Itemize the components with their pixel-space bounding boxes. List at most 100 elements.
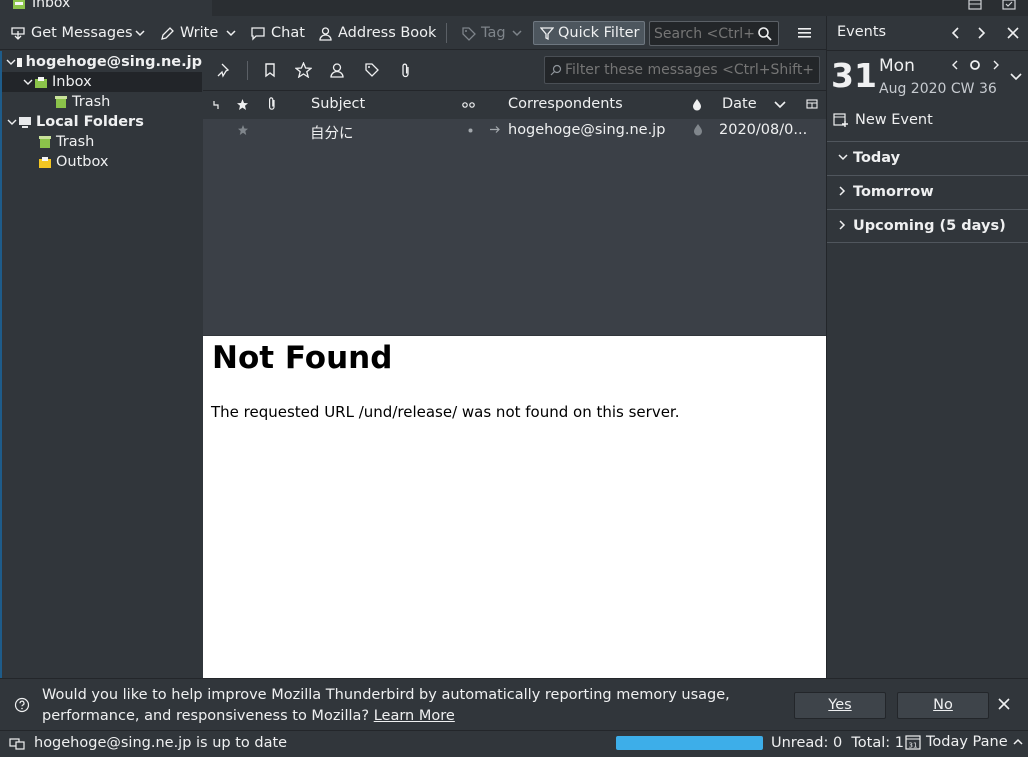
outbox-icon	[39, 157, 51, 168]
tab-inbox[interactable]: Inbox	[0, 0, 212, 16]
paperclip-icon[interactable]	[400, 62, 412, 79]
folder-inbox[interactable]: Inbox	[2, 72, 202, 92]
quick-filter-bar	[203, 51, 826, 91]
sticky-pin-icon[interactable]	[217, 62, 233, 78]
write-button[interactable]: Write	[160, 16, 218, 50]
status-text: hogehoge@sing.ne.jp is up to date	[34, 735, 288, 751]
folder-local-folders[interactable]: Local Folders	[2, 112, 202, 132]
folder-label: Local Folders	[36, 114, 144, 130]
inbox-icon	[35, 77, 47, 88]
section-label: Tomorrow	[853, 184, 934, 200]
chat-button[interactable]: Chat	[250, 16, 305, 50]
chevron-left-icon[interactable]	[951, 60, 959, 70]
column-date[interactable]: Date	[722, 96, 757, 112]
tag-icon	[462, 26, 476, 41]
chevron-left-icon[interactable]	[950, 26, 960, 40]
read-status-column-icon[interactable]	[462, 101, 475, 109]
notification-bar: Would you like to help improve Mozilla T…	[0, 678, 1028, 730]
menu-icon[interactable]	[797, 26, 812, 40]
star-column-icon[interactable]	[236, 98, 249, 111]
table-row[interactable]: 自分に hogehoge@sing.ne.jp 2020/08/0...	[203, 119, 826, 143]
star-icon[interactable]	[237, 124, 249, 136]
section-tomorrow[interactable]: Tomorrow	[827, 175, 1028, 208]
chevron-down-icon[interactable]	[1010, 72, 1022, 81]
unread-icon[interactable]	[263, 62, 277, 78]
calendar-add-icon	[833, 113, 848, 127]
thread-column-header: Subject Correspondents Date	[203, 91, 826, 119]
toolbar-separator	[446, 23, 447, 43]
svg-text:31: 31	[909, 742, 918, 750]
folder-local-trash[interactable]: Trash	[2, 132, 202, 152]
tag-icon[interactable]	[364, 62, 380, 78]
funnel-icon	[540, 27, 554, 40]
global-search[interactable]	[649, 21, 779, 46]
write-label: Write	[180, 25, 219, 41]
learn-more-link[interactable]: Learn More	[374, 708, 455, 724]
section-upcoming[interactable]: Upcoming (5 days)	[827, 209, 1028, 243]
close-icon[interactable]	[1007, 27, 1019, 39]
contact-icon[interactable]	[329, 62, 345, 78]
today-circle-icon[interactable]	[969, 59, 981, 71]
folder-pane: hogehoge@sing.ne.jp Inbox Trash Local Fo…	[0, 51, 202, 678]
trash-icon	[55, 96, 67, 108]
connection-icon	[9, 738, 25, 750]
chevron-down-icon[interactable]	[6, 58, 16, 66]
message-subject: 自分に	[310, 126, 354, 142]
column-subject[interactable]: Subject	[311, 96, 365, 112]
thread-column-icon[interactable]	[212, 100, 220, 110]
folder-label: hogehoge@sing.ne.jp	[25, 54, 202, 70]
read-dot-icon[interactable]	[468, 128, 473, 133]
chevron-down-icon[interactable]	[774, 100, 786, 110]
folder-outbox[interactable]: Outbox	[2, 152, 202, 172]
yes-button[interactable]: Yes	[794, 692, 886, 719]
message-correspondent: hogehoge@sing.ne.jp	[508, 122, 666, 138]
tasks-tab-icon[interactable]	[1002, 0, 1016, 10]
folder-account[interactable]: hogehoge@sing.ne.jp	[2, 52, 202, 72]
junk-icon[interactable]	[693, 123, 703, 136]
chevron-down-icon	[512, 30, 522, 37]
attachment-column-icon[interactable]	[267, 96, 277, 112]
chevron-right-icon[interactable]	[992, 60, 1000, 70]
pencil-icon	[161, 26, 174, 40]
quick-filter-search[interactable]	[544, 56, 820, 84]
account-icon	[17, 58, 22, 67]
folder-label: Trash	[56, 134, 95, 150]
column-picker-icon[interactable]	[806, 99, 818, 111]
contact-icon	[319, 26, 332, 41]
message-date: 2020/08/0...	[719, 122, 808, 138]
star-icon[interactable]	[295, 62, 312, 78]
new-event-label: New Event	[855, 112, 933, 128]
address-book-button[interactable]: Address Book	[318, 16, 436, 50]
search-input[interactable]	[654, 24, 756, 43]
today-pane-toggle[interactable]: 31 Today Pane	[905, 734, 1023, 750]
junk-column-icon[interactable]	[692, 98, 702, 111]
chevron-down-icon[interactable]	[7, 118, 17, 126]
help-icon	[14, 697, 30, 713]
tag-button[interactable]: Tag	[461, 16, 523, 50]
mini-day-number[interactable]: 31	[831, 56, 877, 95]
new-event-button[interactable]: New Event	[833, 112, 933, 128]
chevron-down-icon[interactable]	[225, 28, 237, 38]
chat-label: Chat	[271, 25, 305, 41]
status-bar: hogehoge@sing.ne.jp is up to date Unread…	[0, 730, 1028, 757]
no-button[interactable]: No	[897, 692, 989, 719]
close-icon[interactable]	[998, 698, 1010, 710]
get-messages-button[interactable]: Get Messages	[10, 16, 133, 50]
filter-input[interactable]	[565, 61, 815, 79]
calendar-icon: 31	[905, 735, 921, 750]
chevron-right-icon[interactable]	[977, 26, 987, 40]
section-today[interactable]: Today	[827, 141, 1028, 174]
chevron-down-icon[interactable]	[23, 78, 33, 86]
chevron-right-icon	[839, 186, 846, 196]
today-pane-label: Today Pane	[926, 734, 1008, 750]
folder-account-trash[interactable]: Trash	[2, 92, 202, 112]
calendar-tab-icon[interactable]	[968, 0, 982, 10]
chevron-down-icon[interactable]	[134, 28, 146, 38]
folder-label: Trash	[72, 94, 111, 110]
tab-label: Inbox	[32, 0, 71, 11]
section-label: Upcoming (5 days)	[853, 218, 1006, 234]
column-correspondents[interactable]: Correspondents	[508, 96, 623, 112]
address-book-label: Address Book	[338, 25, 437, 41]
section-label: Today	[853, 150, 901, 166]
quick-filter-button[interactable]: Quick Filter	[533, 21, 645, 45]
